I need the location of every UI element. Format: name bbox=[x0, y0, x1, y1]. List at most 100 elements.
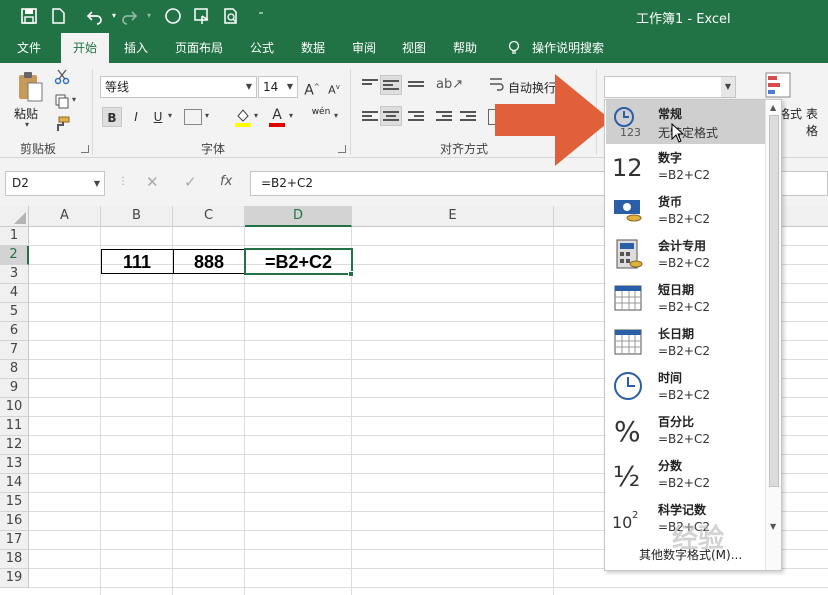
format-item-number[interactable]: 12 数字 =B2+C2 bbox=[606, 144, 765, 188]
cell-c2[interactable]: 888 bbox=[173, 251, 245, 273]
chevron-down-icon[interactable]: ▼ bbox=[242, 77, 256, 97]
format-item-short-date[interactable]: 短日期 =B2+C2 bbox=[606, 276, 765, 320]
customize-qat-icon[interactable]: ⁼ bbox=[252, 7, 270, 25]
column-header-b[interactable]: B bbox=[101, 206, 173, 227]
font-color-icon[interactable]: A bbox=[268, 107, 286, 127]
paste-icon[interactable] bbox=[16, 71, 44, 103]
column-header-d[interactable]: D bbox=[245, 206, 352, 227]
redo-icon[interactable] bbox=[120, 7, 138, 25]
increase-indent-icon[interactable] bbox=[460, 111, 476, 123]
row-header-4[interactable]: 4 bbox=[0, 284, 29, 303]
fill-color-dropdown-icon[interactable]: ▾ bbox=[254, 111, 258, 120]
save-icon[interactable] bbox=[20, 7, 38, 25]
row-header-15[interactable]: 15 bbox=[0, 493, 29, 512]
italic-button[interactable]: I bbox=[126, 107, 146, 127]
align-middle-button[interactable] bbox=[380, 75, 402, 95]
scroll-up-icon[interactable]: ▲ bbox=[770, 103, 776, 112]
paste-dropdown-icon[interactable]: ▾ bbox=[25, 120, 29, 129]
column-header-a[interactable]: A bbox=[29, 206, 101, 227]
number-format-dropdown[interactable]: 123 常规 无特定格式 12 数字 =B2+C2 货币 =B2+C2 会计专用 =B2+C2 短日… bbox=[604, 99, 782, 571]
row-header-13[interactable]: 13 bbox=[0, 455, 29, 474]
align-top-icon[interactable] bbox=[362, 79, 378, 91]
align-center-button[interactable] bbox=[380, 106, 402, 126]
row-header-1[interactable]: 1 bbox=[0, 227, 29, 246]
row-header-12[interactable]: 12 bbox=[0, 436, 29, 455]
insert-function-button[interactable]: fx bbox=[220, 174, 232, 189]
format-item-time[interactable]: 时间 =B2+C2 bbox=[606, 364, 765, 408]
name-box[interactable]: D2 ▼ bbox=[5, 171, 105, 196]
underline-button[interactable]: U bbox=[148, 107, 168, 127]
orientation-icon[interactable]: ab↗ bbox=[436, 77, 463, 92]
align-left-icon[interactable] bbox=[362, 111, 378, 123]
font-color-dropdown-icon[interactable]: ▾ bbox=[289, 111, 293, 120]
tab-review[interactable]: 审阅 bbox=[344, 33, 384, 63]
tab-home[interactable]: 开始 bbox=[61, 33, 109, 63]
row-header-2[interactable]: 2 bbox=[0, 246, 29, 265]
select-all-corner[interactable] bbox=[0, 206, 29, 227]
phonetic-dropdown-icon[interactable]: ▾ bbox=[334, 111, 338, 120]
column-header-c[interactable]: C bbox=[173, 206, 245, 227]
clipboard-launcher-icon[interactable] bbox=[81, 145, 89, 153]
row-header-3[interactable]: 3 bbox=[0, 265, 29, 284]
chevron-down-icon[interactable]: ▼ bbox=[94, 172, 100, 195]
tab-data[interactable]: 数据 bbox=[293, 33, 333, 63]
tell-me-search[interactable]: 操作说明搜索 bbox=[528, 33, 608, 63]
tab-insert[interactable]: 插入 bbox=[116, 33, 156, 63]
row-header-6[interactable]: 6 bbox=[0, 322, 29, 341]
conditional-format-icon[interactable] bbox=[764, 71, 792, 99]
font-size-combo[interactable]: 14 ▼ bbox=[258, 76, 298, 98]
align-right-icon[interactable] bbox=[408, 111, 424, 123]
fill-color-icon[interactable] bbox=[234, 107, 252, 127]
decrease-indent-icon[interactable] bbox=[436, 111, 452, 123]
number-format-combo[interactable]: ▼ bbox=[604, 76, 736, 98]
format-item-percentage[interactable]: % 百分比 =B2+C2 bbox=[606, 408, 765, 452]
new-file-icon[interactable] bbox=[49, 7, 67, 25]
chevron-down-icon[interactable]: ▼ bbox=[283, 77, 297, 97]
print-preview-icon[interactable] bbox=[222, 7, 240, 25]
shrink-font-button[interactable]: Av bbox=[324, 77, 344, 97]
enter-check-icon[interactable]: ✓ bbox=[184, 173, 197, 191]
align-bottom-icon[interactable] bbox=[408, 81, 424, 93]
redo-dropdown-icon[interactable]: ▾ bbox=[140, 7, 158, 25]
copy-dropdown-icon[interactable]: ▾ bbox=[72, 95, 76, 104]
touch-mode-icon[interactable] bbox=[193, 7, 211, 25]
tab-page-layout[interactable]: 页面布局 bbox=[166, 33, 232, 63]
font-launcher-icon[interactable] bbox=[338, 145, 346, 153]
borders-dropdown-icon[interactable]: ▾ bbox=[205, 111, 209, 120]
grow-font-button[interactable]: A^ bbox=[302, 77, 322, 99]
font-name-combo[interactable]: 等线 ▼ bbox=[100, 76, 257, 98]
tab-file[interactable]: 文件 bbox=[10, 33, 48, 63]
row-header-14[interactable]: 14 bbox=[0, 474, 29, 493]
format-item-currency[interactable]: 货币 =B2+C2 bbox=[606, 188, 765, 232]
tab-view[interactable]: 视图 bbox=[394, 33, 434, 63]
row-header-11[interactable]: 11 bbox=[0, 417, 29, 436]
row-header-18[interactable]: 18 bbox=[0, 550, 29, 569]
undo-icon[interactable] bbox=[86, 7, 104, 25]
row-header-9[interactable]: 9 bbox=[0, 379, 29, 398]
chevron-down-icon[interactable]: ▼ bbox=[721, 77, 735, 97]
cut-icon[interactable] bbox=[54, 69, 70, 85]
row-header-10[interactable]: 10 bbox=[0, 398, 29, 417]
dropdown-scrollbar[interactable]: ▲ ▼ bbox=[765, 100, 781, 570]
format-item-long-date[interactable]: 长日期 =B2+C2 bbox=[606, 320, 765, 364]
tab-formulas[interactable]: 公式 bbox=[242, 33, 282, 63]
row-header-8[interactable]: 8 bbox=[0, 360, 29, 379]
format-as-table-button[interactable]: 表格 bbox=[806, 105, 828, 139]
copy-icon[interactable] bbox=[54, 93, 70, 109]
borders-icon[interactable] bbox=[184, 109, 202, 125]
cell-b2[interactable]: 111 bbox=[101, 251, 173, 273]
row-header-16[interactable]: 16 bbox=[0, 512, 29, 531]
row-header-19[interactable]: 19 bbox=[0, 569, 29, 588]
row-header-5[interactable]: 5 bbox=[0, 303, 29, 322]
circle-icon[interactable] bbox=[164, 7, 182, 25]
format-item-accounting[interactable]: 会计专用 =B2+C2 bbox=[606, 232, 765, 276]
scroll-thumb[interactable] bbox=[769, 115, 779, 487]
scroll-down-icon[interactable]: ▼ bbox=[770, 522, 776, 531]
phonetic-icon[interactable]: wén bbox=[310, 107, 332, 127]
fill-handle[interactable] bbox=[348, 271, 354, 277]
format-item-general[interactable]: 123 常规 无特定格式 bbox=[606, 100, 765, 144]
column-header-e[interactable]: E bbox=[352, 206, 554, 227]
underline-dropdown-icon[interactable]: ▾ bbox=[168, 111, 172, 120]
bold-button[interactable]: B bbox=[102, 107, 122, 127]
format-painter-icon[interactable] bbox=[54, 116, 70, 132]
